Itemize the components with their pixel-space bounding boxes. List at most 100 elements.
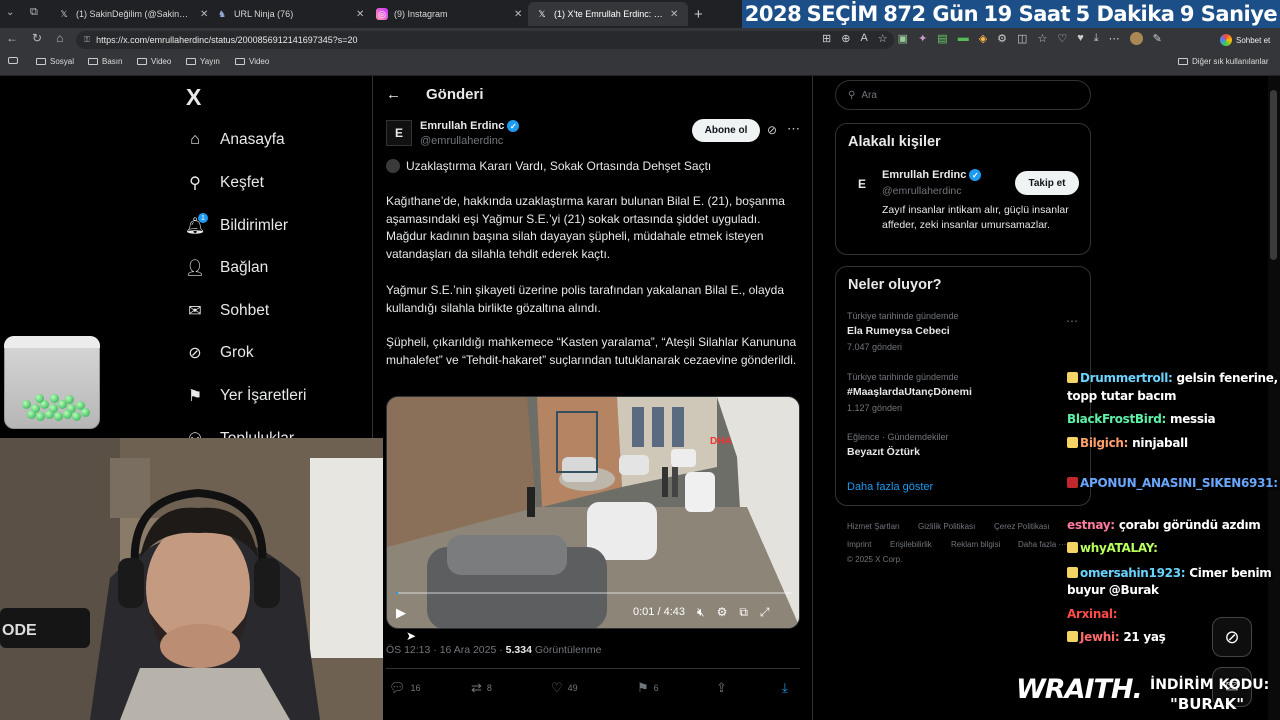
video-player[interactable] (386, 396, 800, 629)
related-handle[interactable]: @emrullaherdinc (882, 185, 962, 197)
close-tab-icon[interactable]: ✕ (670, 9, 680, 20)
extension-2-icon[interactable]: ✦ (918, 32, 927, 45)
download-button[interactable]: ⤓ (782, 680, 788, 696)
tab-x-post[interactable]: 𝕏 (1) X'te Emrullah Erdinc: "🔴 Uzakl... … (528, 2, 688, 26)
favorite-star-icon[interactable]: ☆ (878, 32, 888, 45)
copilot-icon[interactable]: ✎ (1153, 32, 1162, 45)
zoom-icon[interactable]: ⊕ (841, 32, 850, 45)
close-tab-icon[interactable]: ✕ (514, 9, 524, 20)
settings-gear-icon[interactable]: ⚙ (717, 605, 728, 620)
more-menu-icon[interactable]: ⋯ (1109, 32, 1120, 45)
trend-more-icon[interactable]: ⋯ (1066, 314, 1078, 328)
orb-icon (22, 400, 31, 409)
picture-in-picture-icon[interactable]: ⧉ (739, 605, 748, 620)
mute-icon[interactable]: 🔇︎ (697, 605, 705, 620)
chat-username: BlackFrostBird: (1067, 412, 1166, 426)
extension-icons: ⊞ ⊕ A ☆ ▣ ✦ ▤ ▬ ◈ ⚙ ◫ ☆ ♡ ♥ ⤓ ⋯ ✎ (822, 32, 1162, 45)
copilot-chat-button[interactable]: Sohbet et (1214, 31, 1276, 49)
nav-item-chat[interactable]: ✉ Sohbet (186, 299, 269, 323)
nav-item-bookmarks[interactable]: ⚑ Yer İşaretleri (186, 384, 307, 408)
author-name[interactable]: Emrullah Erdinc ✓ (420, 120, 520, 132)
other-bookmarks[interactable]: Diğer sık kullanılanlar (1178, 57, 1268, 66)
extension-5-icon[interactable]: ◈ (979, 32, 987, 45)
address-bar[interactable]: ⚿ https://x.com/emrullaherdinc/status/20… (76, 31, 894, 49)
related-avatar[interactable]: E (850, 172, 874, 196)
post-timestamp[interactable]: ÖS 12:13 · 16 Ara 2025 · (386, 644, 506, 656)
orb-icon (54, 412, 63, 421)
grok-float-button[interactable]: ⊘ (1212, 617, 1252, 657)
bookmark-label: Video (151, 57, 172, 66)
browser-essentials-icon[interactable]: ♥ (1077, 32, 1084, 45)
footer-link[interactable]: Hizmet Şartları (847, 522, 900, 531)
trend-item[interactable]: Beyazıt Öztürk (847, 446, 920, 458)
workspaces-icon[interactable]: ⧉ (30, 6, 38, 19)
show-more-link[interactable]: Daha fazla göster (847, 481, 933, 493)
play-icon[interactable]: ▶ (396, 605, 406, 621)
footer-link[interactable]: Çerez Politikası (994, 522, 1050, 531)
bookmark-folder-video[interactable]: Video (137, 57, 171, 66)
extension-4-icon[interactable]: ▬ (958, 32, 969, 45)
search-input[interactable]: ⚲ Ara (835, 80, 1091, 110)
nav-item-explore[interactable]: ⚲ Keşfet (186, 171, 264, 195)
extensions-puzzle-icon[interactable]: ⚙ (997, 32, 1007, 45)
tab-search-icon[interactable]: ⌄ (6, 7, 14, 18)
downloads-icon[interactable]: ⤓ (1094, 32, 1099, 45)
favorites-icon[interactable]: ☆ (1037, 32, 1047, 45)
site-info-icon[interactable]: ⚿ (84, 35, 90, 45)
nav-item-notifications[interactable]: 🔔︎ 1 Bildirimler (185, 213, 288, 238)
extension-3-icon[interactable]: ▤ (937, 32, 947, 45)
tab-instagram[interactable]: ◎ (9) Instagram ✕ (368, 2, 532, 26)
grok-explain-icon[interactable]: ⊘ (767, 123, 777, 137)
split-screen-icon[interactable]: ◫ (1017, 32, 1027, 45)
video-progress-fill (396, 592, 398, 594)
fullscreen-icon[interactable]: ⤢ (760, 605, 770, 620)
extension-1-icon[interactable]: ▣ (898, 32, 908, 45)
nav-item-connect[interactable]: 👤︎ Bağlan (185, 256, 268, 280)
author-handle[interactable]: @emrullaherdinc (420, 135, 503, 147)
column-divider (812, 76, 813, 720)
app-icon[interactable]: ⊞ (822, 32, 831, 45)
trend-item[interactable]: #MaaşlardaUtançDönemi (847, 386, 972, 398)
follow-button[interactable]: Takip et (1015, 171, 1079, 195)
back-icon[interactable]: ← (6, 31, 18, 45)
footer-link[interactable]: Imprint (847, 540, 871, 549)
author-avatar[interactable]: E (386, 120, 412, 146)
scrollbar-thumb[interactable] (1270, 90, 1277, 260)
reply-button[interactable]: 💬︎ 16 (389, 680, 421, 696)
nav-item-home[interactable]: ⌂ Anasayfa (186, 128, 284, 152)
subscribe-button[interactable]: Abone ol (692, 119, 760, 142)
trend-item[interactable]: Ela Rumeysa Cebeci (847, 325, 950, 337)
ninja-icon: ♞ (217, 8, 227, 19)
share-button[interactable]: ⇪ (716, 680, 727, 696)
close-tab-icon[interactable]: ✕ (356, 9, 366, 20)
related-name[interactable]: Emrullah Erdinc ✓ (882, 169, 982, 181)
chat-message: topp tutar bacım (1067, 389, 1176, 403)
bookmark-button[interactable]: ⚑ 6 (637, 680, 659, 696)
footer-link[interactable]: Reklam bilgisi (951, 540, 1000, 549)
chat-username: Drummertroll: (1080, 371, 1173, 385)
collections-icon[interactable]: ♡ (1057, 32, 1067, 45)
new-tab-button[interactable]: + (694, 6, 703, 23)
reload-icon[interactable]: ↻ (32, 31, 42, 45)
footer-link[interactable]: Erişilebilirlik (890, 540, 932, 549)
nav-item-grok[interactable]: ⊘ Grok (186, 341, 253, 365)
bookmarks-toggle-icon[interactable] (8, 57, 18, 64)
more-options-icon[interactable]: ⋯ (787, 121, 800, 137)
tab-sakindegilim[interactable]: 𝕏 (1) SakinDeğilim (@SakinOlmaBur... ✕ (50, 2, 218, 26)
bookmark-folder-yayin[interactable]: Yayın (186, 57, 220, 66)
tab-url-ninja[interactable]: ♞ URL Ninja (76) ✕ (208, 2, 374, 26)
video-progress-track[interactable] (396, 592, 792, 594)
chat-message: estnay: çorabı göründü azdım (1067, 518, 1261, 532)
home-icon[interactable]: ⌂ (56, 31, 63, 45)
like-button[interactable]: ♡ 49 (551, 680, 578, 696)
repost-button[interactable]: ⇄ 8 (471, 680, 492, 696)
bookmark-folder-sosyal[interactable]: Sosyal (36, 57, 74, 66)
profile-avatar[interactable] (1129, 32, 1143, 45)
footer-link[interactable]: Gizlilik Politikası (918, 522, 975, 531)
footer-link[interactable]: Daha fazla ··· (1018, 540, 1066, 549)
bookmark-folder-video-2[interactable]: Video (235, 57, 269, 66)
back-arrow-icon[interactable]: ← (386, 86, 401, 103)
x-logo-icon[interactable]: X (186, 84, 201, 111)
bookmark-folder-basin[interactable]: Basın (88, 57, 122, 66)
read-aloud-icon[interactable]: A (860, 32, 867, 45)
